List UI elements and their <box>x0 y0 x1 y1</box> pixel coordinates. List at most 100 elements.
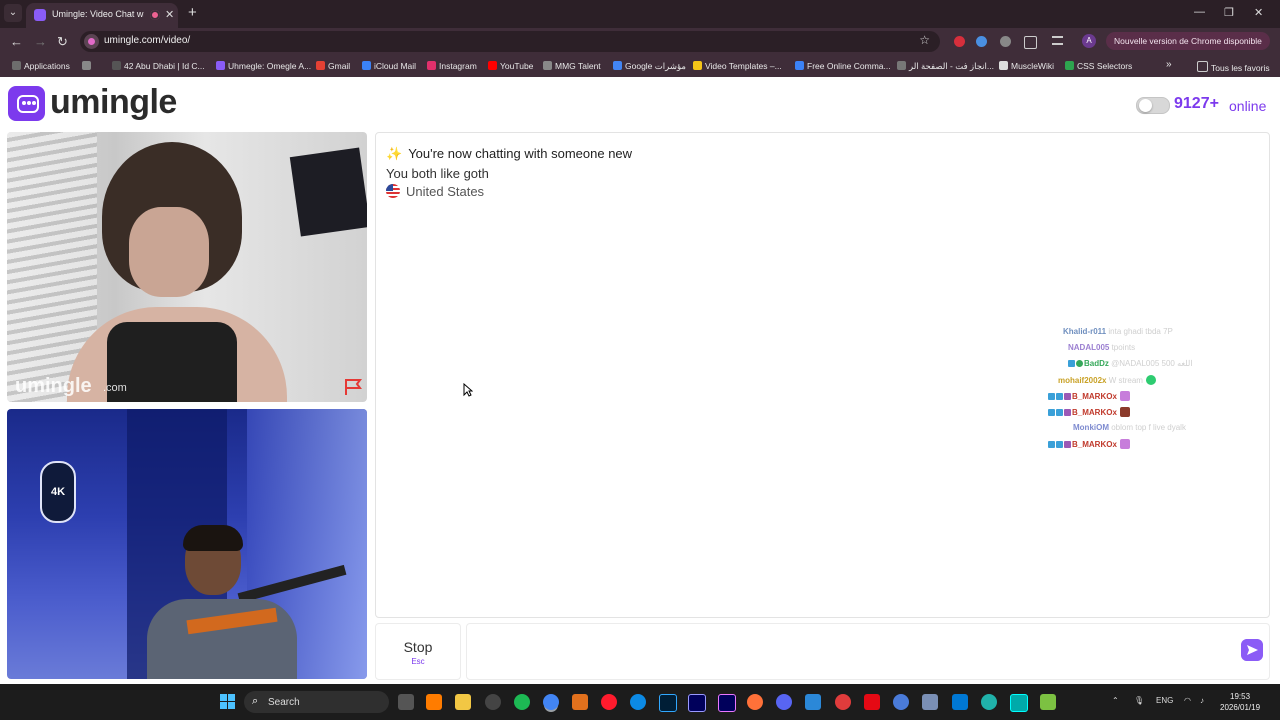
bookmark-item[interactable]: 42 Abu Dhabi | Id C... <box>112 61 205 71</box>
bookmark-item[interactable]: Free Online Comma... <box>795 61 891 71</box>
overlay-chat-line: Khalid-r011 inta ghadi tbda 7P <box>1063 327 1173 336</box>
overlay-text: oblom top f live dyalk <box>1111 423 1186 432</box>
report-flag-icon[interactable] <box>343 378 363 396</box>
close-tab-icon[interactable]: ✕ <box>165 8 174 21</box>
more-bookmarks-chevron-icon[interactable]: » <box>1166 59 1172 70</box>
bookmark-item[interactable]: Google مؤشرات <box>613 61 686 72</box>
message-input[interactable] <box>466 623 1270 680</box>
badge-icon <box>1064 393 1071 400</box>
bookmark-item[interactable]: YouTube <box>488 61 533 71</box>
overlay-chat-line: NADAL005 tpoints <box>1068 343 1135 352</box>
illustrator-icon[interactable] <box>426 694 442 710</box>
microphone-icon[interactable]: 🎙 <box>1134 696 1144 705</box>
app-icon[interactable] <box>485 694 501 710</box>
file-explorer-icon[interactable] <box>455 694 471 710</box>
system-clock[interactable]: 19:53 2026/01/19 <box>1220 691 1260 713</box>
site-favicon-icon <box>1065 61 1074 70</box>
umingle-favicon-icon <box>34 9 46 21</box>
bookmark-item[interactable]: انجاز فت - الصفحة الر... <box>897 61 994 72</box>
bookmark-item[interactable]: MuscleWiki <box>999 61 1054 71</box>
bookmark-item[interactable]: Gmail <box>316 61 350 71</box>
back-button[interactable]: ← <box>10 34 23 49</box>
windows-start-icon[interactable] <box>220 694 235 709</box>
bookmark-item[interactable]: Uhmegle: Omegle A... <box>216 61 311 71</box>
new-tab-button[interactable]: + <box>188 4 197 21</box>
taskbar-search[interactable]: ⌕ Search <box>244 691 389 713</box>
stop-button[interactable]: Stop Esc <box>375 623 461 680</box>
site-favicon-icon <box>216 61 225 70</box>
theme-toggle[interactable] <box>1136 97 1170 114</box>
umingle-page: umingle 9127+ online umingle .com 4K ✨ Yo… <box>0 77 1280 684</box>
app-icon[interactable] <box>1040 694 1056 710</box>
bookmark-item[interactable]: Video Templates –... <box>693 61 782 71</box>
bookmark-star-icon[interactable]: ☆ <box>919 33 930 47</box>
app-icon[interactable] <box>893 694 909 710</box>
tray-overflow-chevron-icon[interactable]: ⌃ <box>1112 696 1119 705</box>
clock-time: 19:53 <box>1230 692 1251 701</box>
vscode-icon[interactable] <box>952 694 968 710</box>
bookmark-label: Uhmegle: Omegle A... <box>228 61 312 71</box>
address-bar[interactable]: umingle.com/video/ ☆ <box>80 31 940 52</box>
overlay-chat-line: MonkiOM oblom top f live dyalk <box>1073 423 1186 432</box>
gmail-icon <box>316 61 325 70</box>
site-favicon-icon <box>112 61 121 70</box>
bookmark-item[interactable]: CSS Selectors <box>1065 61 1132 71</box>
tab-search-button[interactable]: ⌄ <box>4 4 22 22</box>
chat-bubble-icon <box>17 95 39 113</box>
extension-icon[interactable] <box>954 36 965 47</box>
badge-icon <box>1056 409 1063 416</box>
extension-icon[interactable] <box>976 36 987 47</box>
stream-badge: 4K <box>40 461 76 523</box>
bookmark-label: Gmail <box>328 61 351 71</box>
bookmark-grid[interactable] <box>82 61 94 71</box>
site-info-icon[interactable] <box>84 34 99 49</box>
chrome-update-button[interactable]: Nouvelle version de Chrome disponible <box>1106 32 1270 50</box>
bookmark-item[interactable]: iCloud Mail <box>362 61 416 71</box>
reload-button[interactable]: ↻ <box>57 34 68 50</box>
extension-icon[interactable] <box>1000 36 1011 47</box>
forward-button[interactable]: → <box>34 34 47 49</box>
badge-icon <box>1048 393 1055 400</box>
site-logo-text[interactable]: umingle <box>50 83 177 122</box>
volume-icon[interactable]: ♪ <box>1200 696 1204 705</box>
bookmark-label: MuscleWiki <box>1011 61 1054 71</box>
chrome-icon[interactable] <box>543 694 559 710</box>
firefox-icon[interactable] <box>747 694 763 710</box>
photoshop-icon[interactable] <box>659 694 677 712</box>
umingle-logo-icon[interactable] <box>8 86 45 121</box>
language-indicator[interactable]: ENG <box>1156 696 1173 705</box>
common-interest: You both like goth <box>386 166 489 181</box>
wifi-icon[interactable]: ◠ <box>1184 696 1191 705</box>
app-icon[interactable] <box>572 694 588 710</box>
close-window-button[interactable]: ✕ <box>1254 6 1263 19</box>
app-icon[interactable] <box>835 694 851 710</box>
after-effects-icon[interactable] <box>688 694 706 712</box>
app-icon[interactable] <box>981 694 997 710</box>
opera-icon[interactable] <box>601 694 617 710</box>
overlay-user: BadDz <box>1084 359 1109 368</box>
browser-tab-active[interactable]: Umingle: Video Chat with S ✕ <box>26 3 178 28</box>
system-message-text: You're now chatting with someone new <box>408 146 633 161</box>
extensions-puzzle-icon[interactable] <box>1024 36 1037 49</box>
send-icon[interactable] <box>1241 639 1263 661</box>
edge-icon[interactable] <box>630 694 646 710</box>
media-controls-icon[interactable] <box>1052 36 1063 45</box>
maximize-button[interactable]: ❐ <box>1224 6 1234 19</box>
task-view-icon[interactable] <box>398 694 414 710</box>
spotify-icon[interactable] <box>514 694 530 710</box>
app-icon[interactable] <box>922 694 938 710</box>
bookmark-applications[interactable]: Applications <box>12 61 70 71</box>
bookmark-item[interactable]: MMG Talent <box>543 61 601 71</box>
netflix-icon[interactable] <box>864 694 880 710</box>
bookmark-label: 42 Abu Dhabi | Id C... <box>124 61 205 71</box>
all-bookmarks-folder[interactable]: Tous les favoris <box>1197 61 1270 73</box>
bookmark-label: Video Templates –... <box>705 61 782 71</box>
premiere-icon[interactable] <box>718 694 736 712</box>
minimize-button[interactable]: — <box>1194 6 1205 18</box>
bookmark-item[interactable]: Instagram <box>427 61 477 71</box>
app-icon[interactable] <box>1010 694 1028 712</box>
dots-icon <box>22 101 26 105</box>
profile-avatar[interactable]: A <box>1082 34 1096 48</box>
discord-icon[interactable] <box>776 694 792 710</box>
app-icon[interactable] <box>805 694 821 710</box>
